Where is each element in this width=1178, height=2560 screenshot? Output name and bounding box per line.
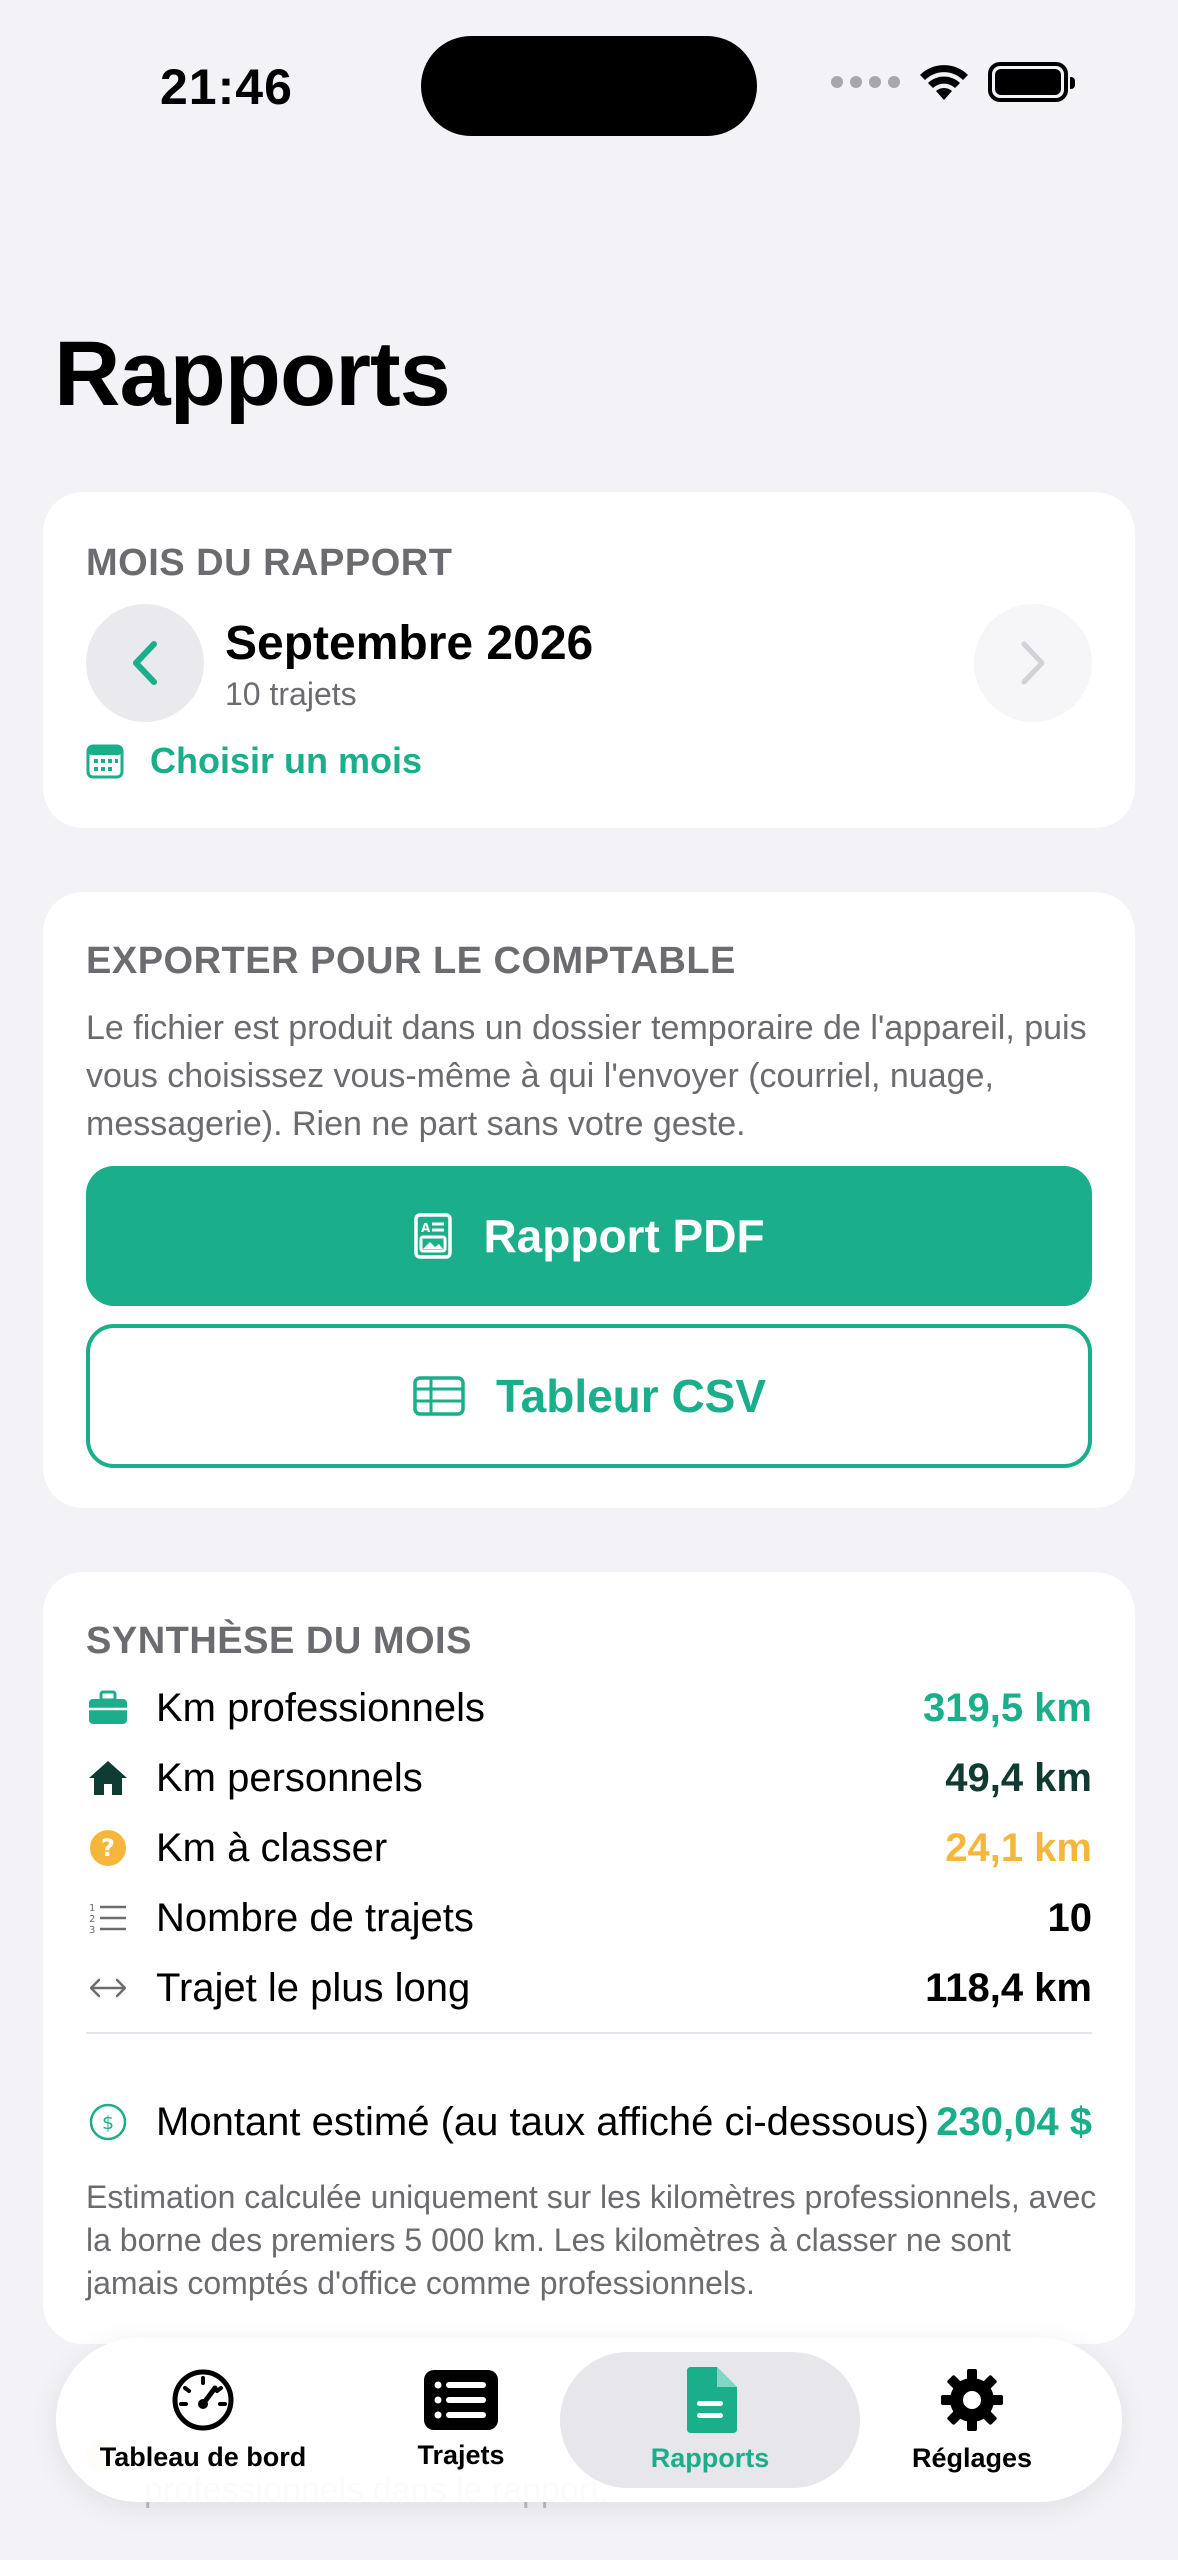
house-icon [86,1756,130,1800]
svg-text:1: 1 [89,1903,95,1914]
export-pdf-label: Rapport PDF [483,1210,765,1262]
svg-text:2: 2 [89,1914,95,1925]
summary-label: Km à classer [156,1825,388,1870]
summary-value: 24,1 km [945,1825,1092,1870]
status-time: 21:46 [160,59,293,115]
svg-text:A: A [421,1221,431,1235]
svg-text:$: $ [102,2112,114,2134]
export-csv-label: Tableur CSV [495,1370,767,1422]
export-pdf-button[interactable]: A Rapport PDF [86,1166,1092,1306]
export-csv-button[interactable]: Tableur CSV [86,1324,1092,1468]
dollar-circle-icon: $ [86,2100,130,2144]
page-title: Rapports [54,323,451,425]
summary-row-personal: Km personnels 49,4 km [86,1748,1092,1808]
summary-value: 118,4 km [925,1965,1092,2010]
export-description: Le fichier est produit dans un dossier t… [86,1009,1087,1143]
tab-dashboard[interactable]: Tableau de bord [80,2352,326,2488]
numbered-list-icon: 1 2 3 [86,1896,130,1940]
choose-month-button[interactable]: Choisir un mois [86,740,422,782]
tab-trips-label: Trajets [417,2439,505,2470]
chevron-right-icon [1021,641,1045,685]
tab-reports[interactable]: Rapports [560,2352,860,2488]
summary-label: Nombre de trajets [156,1895,474,1940]
summary-row-unclassified: ? Km à classer 24,1 km [86,1818,1092,1878]
cellular-signal-icon [831,76,900,88]
tab-bar: Tableau de bord Trajets Rapports Réglage… [56,2338,1122,2502]
summary-divider [86,2032,1092,2034]
previous-month-button[interactable] [86,604,204,722]
wifi-icon [920,65,968,100]
summary-value: 49,4 km [945,1755,1092,1800]
gear-icon [941,2368,1003,2431]
document-icon [687,2366,737,2433]
selected-month: Septembre 2026 [225,617,594,670]
summary-value: 319,5 km [922,1685,1092,1730]
tab-dashboard-label: Tableau de bord [99,2441,307,2472]
tab-settings-label: Réglages [911,2442,1033,2473]
estimated-amount-row: $ Montant estimé (au taux affiché ci-des… [86,2052,1092,2192]
estimated-amount-value: 230,04 $ [936,2099,1092,2144]
reports-screen: 21:46 Rapports MOIS DU RAPPORT Septembre… [0,0,1178,2560]
export-card: EXPORTER POUR LE COMPTABLE Le fichier es… [43,892,1135,1508]
dynamic-island [421,36,757,136]
battery-icon [988,62,1075,102]
calendar-icon [86,744,124,779]
summary-label: Km professionnels [156,1685,486,1730]
report-month-card: MOIS DU RAPPORT Septembre 2026 10 trajet… [43,492,1135,828]
list-icon [424,2369,498,2430]
summary-label: Km personnels [156,1755,423,1800]
speedometer-icon [172,2369,234,2430]
pdf-document-icon: A [414,1213,453,1259]
question-icon: ? [86,1826,130,1870]
choose-month-label: Choisir un mois [150,740,423,781]
briefcase-icon [86,1686,130,1730]
estimated-amount-label: Montant estimé (au taux affiché ci-desso… [156,2100,929,2144]
status-icons [831,62,1075,102]
section-title-month: MOIS DU RAPPORT [86,542,453,584]
section-title-summary: SYNTHÈSE DU MOIS [86,1620,472,1662]
month-summary-card: SYNTHÈSE DU MOIS Km professionnels 319,5… [43,1572,1135,2344]
svg-text:3: 3 [89,1925,95,1935]
chevron-left-icon [133,641,157,685]
summary-row-professional: Km professionnels 319,5 km [86,1678,1092,1738]
double-arrow-icon [86,1966,130,2010]
next-month-button[interactable] [974,604,1092,722]
summary-value: 10 [1047,1895,1093,1940]
summary-row-longest-trip: Trajet le plus long 118,4 km [86,1958,1092,2018]
svg-text:?: ? [101,1834,115,1862]
month-trip-count: 10 trajets [225,676,357,712]
tab-reports-label: Rapports [650,2442,770,2473]
estimate-note: Estimation calculée uniquement sur les k… [86,2179,1097,2301]
tab-trips[interactable]: Trajets [338,2352,584,2488]
summary-row-trip-count: 1 2 3 Nombre de trajets 10 [86,1888,1092,1948]
section-title-export: EXPORTER POUR LE COMPTABLE [86,940,736,982]
summary-label: Trajet le plus long [156,1965,471,2010]
tab-settings[interactable]: Réglages [844,2352,1100,2488]
table-icon [413,1376,465,1416]
